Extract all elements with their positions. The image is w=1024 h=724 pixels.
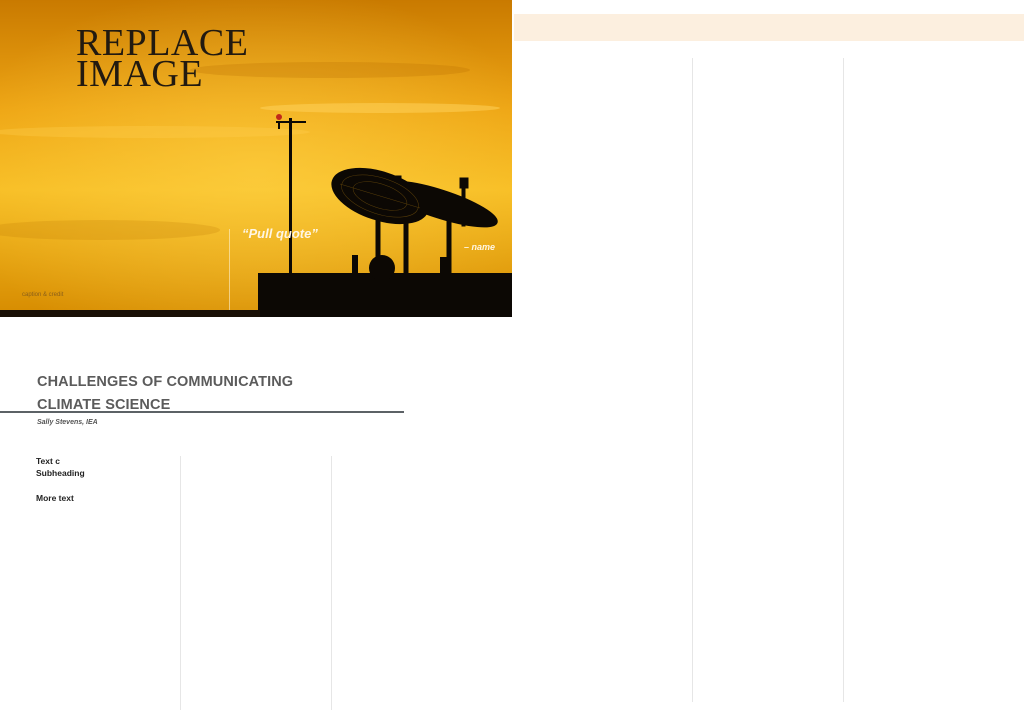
article-body: Text c Subheading More text (36, 455, 85, 504)
column-divider (180, 456, 181, 710)
column-divider (843, 58, 844, 702)
pull-quote-attribution: – name (464, 242, 496, 252)
body-text-line: More text (36, 493, 74, 503)
hero-title: REPLACE IMAGE (76, 24, 248, 93)
article-title-line: CLIMATE SCIENCE (37, 397, 171, 413)
image-caption: caption & credit (22, 292, 64, 298)
title-divider (0, 411, 404, 413)
pull-quote: “Pull quote” (242, 226, 318, 241)
hero-image: REPLACE IMAGE “Pull quote” – name captio… (0, 0, 512, 317)
article-title-line: CHALLENGES OF COMMUNICATING (37, 374, 294, 390)
pull-quote-divider (229, 229, 230, 310)
subheading: Subheading (36, 468, 85, 478)
byline: Sally Stevens, IEA (37, 419, 98, 426)
column-divider (692, 58, 693, 702)
column-divider (331, 456, 332, 710)
body-text-line: Text c (36, 456, 60, 466)
header-band (514, 14, 1024, 41)
